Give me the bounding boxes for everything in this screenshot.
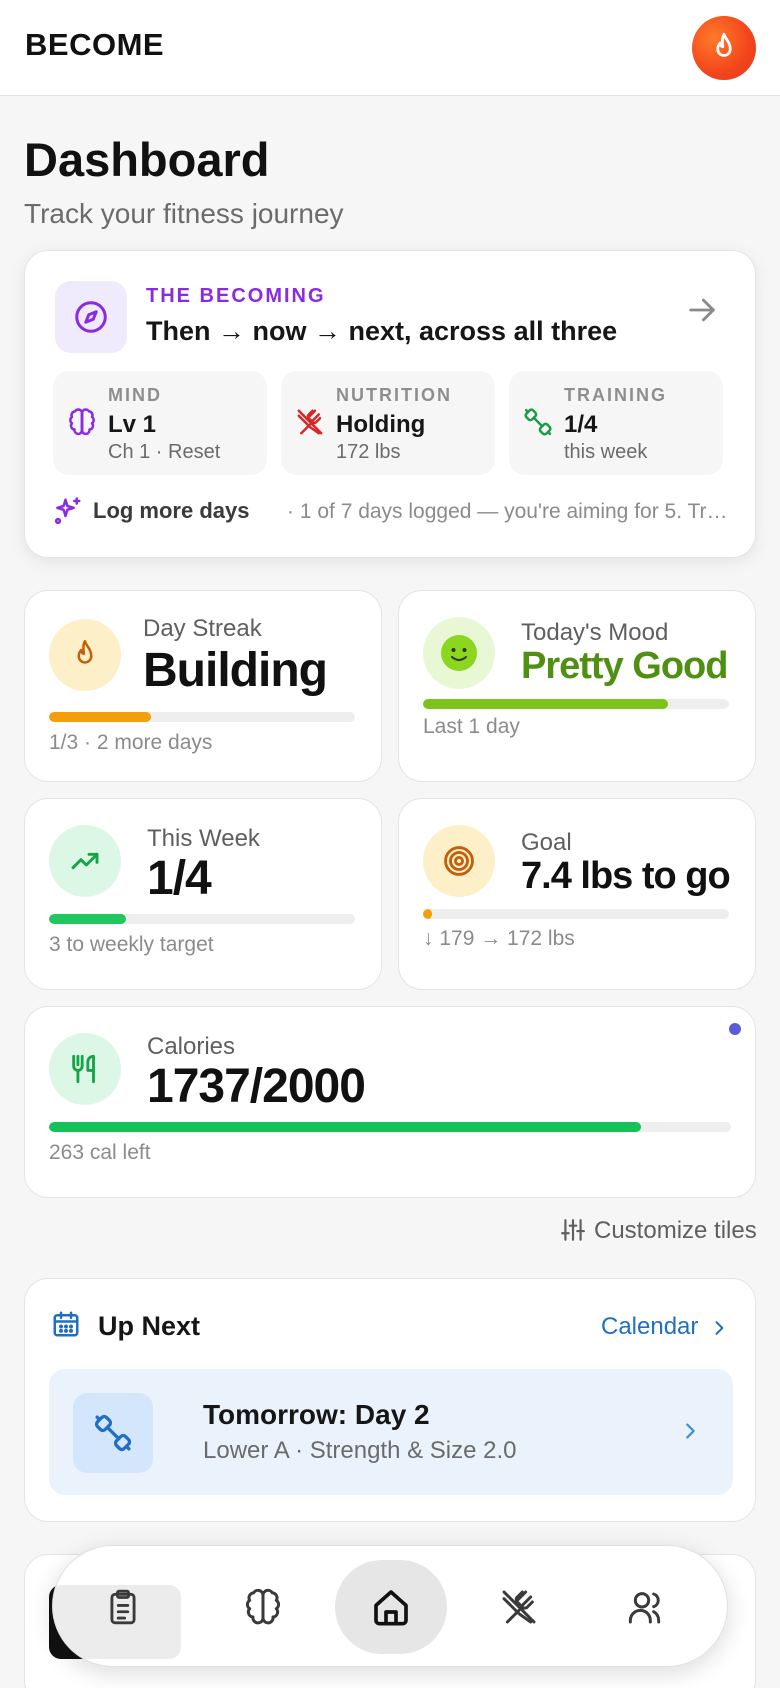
tile-label: Today's Mood xyxy=(521,619,669,646)
flame-icon xyxy=(716,32,732,57)
up-next-card: Up Next Calendar Tomorrow: Day 2 Lower A… xyxy=(24,1278,756,1522)
progress-fill xyxy=(49,1122,642,1132)
tile-value: Pretty Good xyxy=(521,645,728,687)
footer-strong: Log more days xyxy=(93,498,250,523)
progress-fill xyxy=(49,914,126,924)
calendar-link-label: Calendar xyxy=(601,1313,699,1340)
tile-label: This Week xyxy=(147,825,260,852)
clipboard-icon xyxy=(110,1589,136,1625)
pillar-sub: 172 lbs xyxy=(336,441,401,463)
calories-progress xyxy=(49,1122,731,1132)
notification-dot xyxy=(729,1023,741,1035)
tile-label: Calories xyxy=(147,1033,236,1060)
next-workout-subtitle: Lower A · Strength & Size 2.0 xyxy=(203,1437,517,1464)
bottom-nav xyxy=(52,1545,728,1667)
customize-label: Customize tiles xyxy=(594,1217,757,1244)
becoming-card[interactable]: THE BECOMING Then → now → next, across a… xyxy=(24,250,756,558)
tile-footnote: ↓ 179 → 172 lbs xyxy=(423,927,575,950)
calendar-icon xyxy=(51,1309,81,1344)
dumbbell-icon xyxy=(73,1393,153,1473)
nav-log[interactable] xyxy=(67,1560,179,1654)
compass-icon xyxy=(55,281,127,353)
tile-goal[interactable]: Goal 7.4 lbs to go ↓ 179 → 172 lbs xyxy=(398,798,756,990)
pillar-value: Lv 1 xyxy=(108,411,157,438)
next-workout-item[interactable]: Tomorrow: Day 2 Lower A · Strength & Siz… xyxy=(49,1369,733,1495)
week-progress xyxy=(49,914,355,924)
target-icon xyxy=(423,825,495,897)
tile-this-week[interactable]: This Week 1/4 3 to weekly target xyxy=(24,798,382,990)
tile-footnote: 263 cal left xyxy=(49,1141,151,1164)
pillar-mind[interactable]: MIND Lv 1 Ch 1 · Reset xyxy=(53,371,267,475)
next-workout-title: Tomorrow: Day 2 xyxy=(203,1399,430,1430)
pillar-label: TRAINING xyxy=(564,385,667,405)
streak-flame-button[interactable] xyxy=(692,16,756,80)
page-title: Dashboard xyxy=(24,133,270,186)
nav-community[interactable] xyxy=(591,1560,703,1654)
pillar-sub: this week xyxy=(564,441,648,463)
nav-home[interactable] xyxy=(335,1560,447,1654)
pillar-sub: Ch 1 · Reset xyxy=(108,441,221,463)
home-icon xyxy=(374,1590,408,1626)
arrow-right-icon[interactable] xyxy=(685,293,719,332)
tile-value: 1/4 xyxy=(147,852,212,905)
pillar-value: Holding xyxy=(336,411,426,438)
nav-mind[interactable] xyxy=(207,1560,319,1654)
tile-value: 7.4 lbs to go xyxy=(521,855,731,897)
flame-icon xyxy=(49,619,121,691)
streak-progress xyxy=(49,712,355,722)
customize-tiles-button[interactable]: Customize tiles xyxy=(560,1215,757,1248)
progress-fill xyxy=(49,712,151,722)
dumbbell-icon xyxy=(523,407,553,442)
tile-footnote: 1/3 · 2 more days xyxy=(49,731,213,754)
users-icon xyxy=(628,1592,661,1624)
chevron-right-icon xyxy=(679,1417,701,1450)
calendar-link[interactable]: Calendar xyxy=(601,1311,731,1343)
up-next-title: Up Next xyxy=(98,1311,201,1341)
tile-calories[interactable]: Calories 1737/2000 263 cal left xyxy=(24,1006,756,1198)
becoming-title: Then → now → next, across all three xyxy=(146,316,618,346)
tile-day-streak[interactable]: Day Streak Building 1/3 · 2 more days xyxy=(24,590,382,782)
brand-logo[interactable]: BECOME xyxy=(25,27,164,63)
tile-value: 1737/2000 xyxy=(147,1060,366,1113)
progress-fill xyxy=(423,909,433,919)
pillar-label: MIND xyxy=(108,385,162,405)
brain-icon xyxy=(245,1588,281,1625)
utensils-off-icon xyxy=(295,407,325,442)
footer-text: · 1 of 7 days logged — you're aiming for… xyxy=(287,500,728,523)
utensils-off-icon xyxy=(502,1590,536,1624)
utensils-icon xyxy=(49,1033,121,1105)
pillar-value: 1/4 xyxy=(564,411,598,438)
pillar-label: NUTRITION xyxy=(336,385,452,405)
tile-label: Goal xyxy=(521,829,572,856)
mood-progress xyxy=(423,699,729,709)
brain-icon xyxy=(67,407,97,442)
chevron-right-icon xyxy=(709,1317,729,1344)
goal-progress xyxy=(423,909,729,919)
becoming-footer: Log more days · 1 of 7 days logged — you… xyxy=(53,496,733,526)
tile-footnote: Last 1 day xyxy=(423,715,520,738)
tile-todays-mood[interactable]: Today's Mood Pretty Good Last 1 day xyxy=(398,590,756,782)
pillar-training[interactable]: TRAINING 1/4 this week xyxy=(509,371,723,475)
tile-footnote: 3 to weekly target xyxy=(49,933,214,956)
sliders-icon xyxy=(560,1217,586,1248)
page-subtitle: Track your fitness journey xyxy=(24,198,344,229)
sparkles-icon xyxy=(53,496,83,526)
trending-up-icon xyxy=(49,825,121,897)
tile-label: Day Streak xyxy=(143,615,262,642)
tile-value: Building xyxy=(143,644,328,697)
smiley-face-icon xyxy=(423,617,495,689)
pillar-nutrition[interactable]: NUTRITION Holding 172 lbs xyxy=(281,371,495,475)
becoming-kicker: THE BECOMING xyxy=(146,285,326,307)
app-header: BECOME xyxy=(0,0,780,96)
progress-fill xyxy=(423,699,668,709)
nav-nutrition[interactable] xyxy=(463,1560,575,1654)
